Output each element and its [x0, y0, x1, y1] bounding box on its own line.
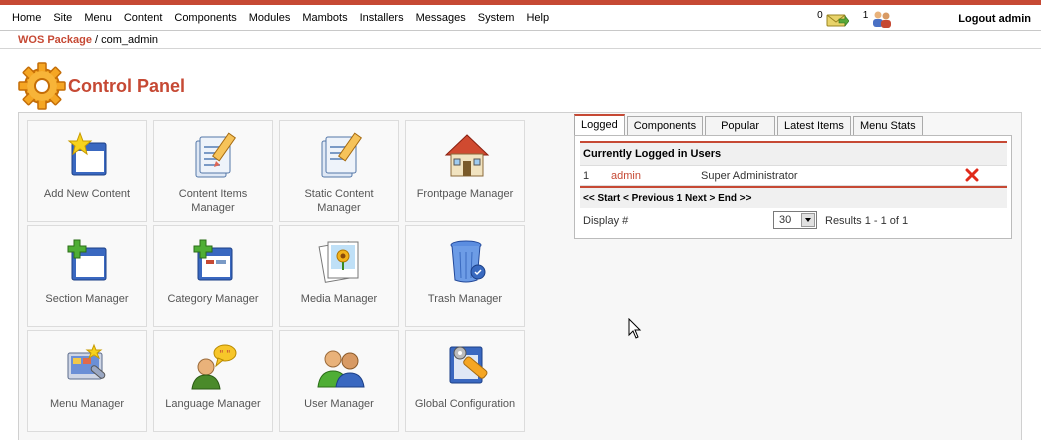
tile-label: Language Manager [165, 398, 261, 410]
tile-label: User Manager [304, 398, 374, 410]
mouse-pointer-icon [628, 317, 644, 340]
tile-label: Global Configuration [414, 398, 516, 410]
tab-components[interactable]: Components [626, 116, 704, 135]
page-header: Control Panel [18, 62, 185, 110]
table-row: 1 admin Super Administrator [580, 165, 1007, 186]
static-content-icon [316, 131, 366, 181]
stats-tabs: Logged Components Popular Latest Items M… [574, 114, 925, 135]
tile-frontpage-manager[interactable]: Frontpage Manager [405, 120, 525, 222]
breadcrumb-separator: / [91, 34, 102, 46]
menu-system[interactable]: System [472, 11, 521, 25]
display-controls: Display # 30 Results 1 - 1 of 1 [580, 208, 1007, 234]
menu-help[interactable]: Help [520, 11, 555, 25]
tile-media-manager[interactable]: Media Manager [279, 225, 399, 327]
logout-link[interactable]: Logout admin [958, 8, 1031, 30]
tab-popular[interactable]: Popular [705, 116, 776, 135]
menu-icon [64, 341, 114, 391]
config-icon [442, 341, 492, 391]
mail-icon [825, 10, 850, 28]
page-title: Control Panel [68, 75, 186, 96]
messages-count: 0 [817, 10, 823, 21]
breadcrumb-component: com_admin [101, 34, 159, 46]
users-icon [316, 341, 366, 391]
tile-menu-manager[interactable]: Menu Manager [27, 330, 147, 432]
svg-text:": " [226, 349, 231, 360]
users-online-icon [870, 10, 894, 28]
trash-icon [442, 236, 492, 286]
tile-trash-manager[interactable]: Trash Manager [405, 225, 525, 327]
control-panel: Add New Content Content Items Manager St… [18, 112, 1022, 440]
logged-users-header: Currently Logged in Users [580, 141, 1007, 165]
users-count: 1 [862, 10, 869, 21]
logged-users-box: Currently Logged in Users 1 admin Super … [580, 141, 1007, 236]
tab-menu-stats[interactable]: Menu Stats [852, 116, 923, 135]
menu-modules[interactable]: Modules [243, 11, 297, 25]
svg-text:": " [219, 349, 224, 360]
results-count: Results 1 - 1 of 1 [825, 215, 909, 227]
tile-label: Trash Manager [427, 293, 503, 305]
main-menu: Home Site Menu Content Components Module… [6, 11, 555, 25]
row-number: 1 [583, 170, 590, 182]
tab-logged[interactable]: Logged [574, 114, 625, 135]
row-username-link[interactable]: admin [611, 170, 641, 182]
menu-mambots[interactable]: Mambots [296, 11, 353, 25]
display-limit-select[interactable]: 30 [773, 211, 817, 229]
users-status[interactable]: 1 [863, 10, 895, 28]
menu-home[interactable]: Home [6, 11, 47, 25]
status-area: 0 1 Logout admin [817, 8, 1031, 30]
content-items-icon [190, 131, 240, 181]
tab-latest-items[interactable]: Latest Items [777, 116, 851, 135]
menu-messages[interactable]: Messages [410, 11, 472, 25]
tile-user-manager[interactable]: User Manager [279, 330, 399, 432]
chevron-down-icon[interactable] [801, 213, 815, 227]
tile-label: Menu Manager [50, 398, 124, 410]
menu-site[interactable]: Site [47, 11, 78, 25]
section-icon [64, 236, 114, 286]
tile-label: Category Manager [167, 293, 259, 305]
pagination[interactable]: << Start < Previous 1 Next > End >> [580, 186, 1007, 208]
tile-section-manager[interactable]: Section Manager [27, 225, 147, 327]
messages-status[interactable]: 0 [817, 10, 850, 28]
row-group: Super Administrator [701, 170, 798, 182]
tile-label: Add New Content [43, 188, 131, 200]
logout-user-icon[interactable] [965, 168, 979, 185]
tile-category-manager[interactable]: Category Manager [153, 225, 273, 327]
language-icon: " " [190, 341, 240, 391]
tile-label: Media Manager [300, 293, 378, 305]
media-icon [316, 236, 366, 286]
menu-components[interactable]: Components [168, 11, 242, 25]
add-content-icon [64, 131, 114, 181]
tile-global-configuration[interactable]: Global Configuration [405, 330, 525, 432]
tile-content-items-manager[interactable]: Content Items Manager [153, 120, 273, 222]
tile-add-new-content[interactable]: Add New Content [27, 120, 147, 222]
tile-label: Static Content Manager [304, 188, 374, 214]
frontpage-icon [442, 131, 492, 181]
tab-panel-logged: Currently Logged in Users 1 admin Super … [574, 135, 1012, 239]
menu-menu[interactable]: Menu [78, 11, 118, 25]
tile-language-manager[interactable]: " " Language Manager [153, 330, 273, 432]
control-panel-icon [18, 62, 66, 110]
breadcrumb: WOS Package / com_admin [0, 31, 1041, 49]
tile-static-content-manager[interactable]: Static Content Manager [279, 120, 399, 222]
menu-content[interactable]: Content [118, 11, 169, 25]
display-limit-value: 30 [779, 214, 792, 226]
tile-label: Content Items Manager [178, 188, 248, 214]
tile-label: Frontpage Manager [416, 188, 514, 200]
top-menu-bar: Home Site Menu Content Components Module… [0, 0, 1041, 31]
tile-label: Section Manager [45, 293, 129, 305]
category-icon [190, 236, 240, 286]
breadcrumb-package[interactable]: WOS Package [18, 34, 92, 46]
display-label: Display # [583, 215, 629, 227]
menu-installers[interactable]: Installers [354, 11, 410, 25]
